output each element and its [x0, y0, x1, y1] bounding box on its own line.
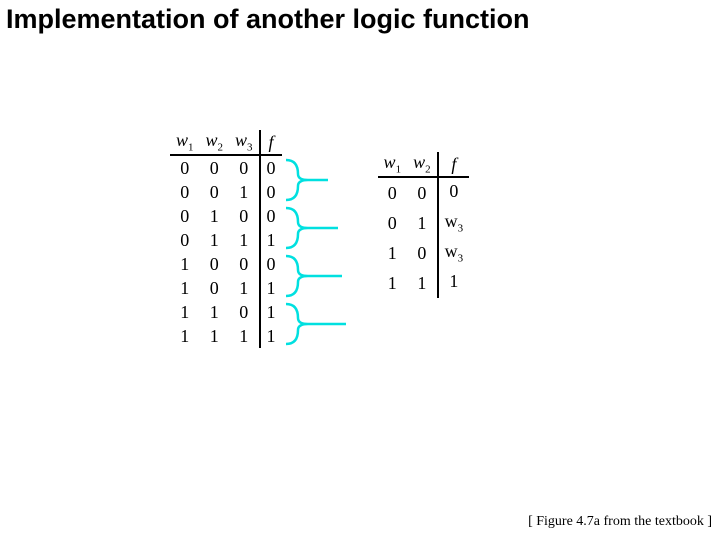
col-w1: w1 [378, 152, 408, 177]
full-truth-table: w1 w2 w3 f 0000 0010 0100 0111 1000 1011… [170, 130, 282, 348]
table-row: 1111 [170, 324, 282, 348]
col-w3: w3 [229, 130, 260, 155]
table-row: 1101 [170, 300, 282, 324]
col-f: f [260, 130, 282, 155]
col-w2: w2 [200, 130, 230, 155]
table-row: 0000 [170, 155, 282, 180]
col-w1: w1 [170, 130, 200, 155]
table-row: 1011 [170, 276, 282, 300]
table-row: 10w3 [378, 238, 470, 268]
table-row: 0010 [170, 180, 282, 204]
table-row: 111 [378, 268, 470, 298]
page-title: Implementation of another logic function [6, 4, 530, 35]
brace-icon [284, 156, 348, 204]
table-row: 000 [378, 177, 470, 208]
table-row: 1000 [170, 252, 282, 276]
brace-icon [284, 252, 348, 300]
reduced-truth-table: w1 w2 f 000 01w3 10w3 111 [378, 152, 470, 298]
brace-icon [284, 300, 348, 348]
table-row: 0111 [170, 228, 282, 252]
col-w2: w2 [407, 152, 438, 177]
brace-icon [284, 204, 348, 252]
group-braces [284, 156, 348, 348]
col-f: f [438, 152, 470, 177]
figure-caption: [ Figure 4.7a from the textbook ] [528, 514, 712, 530]
table-row: 01w3 [378, 208, 470, 238]
table-row: 0100 [170, 204, 282, 228]
diagram-content: w1 w2 w3 f 0000 0010 0100 0111 1000 1011… [170, 130, 469, 348]
